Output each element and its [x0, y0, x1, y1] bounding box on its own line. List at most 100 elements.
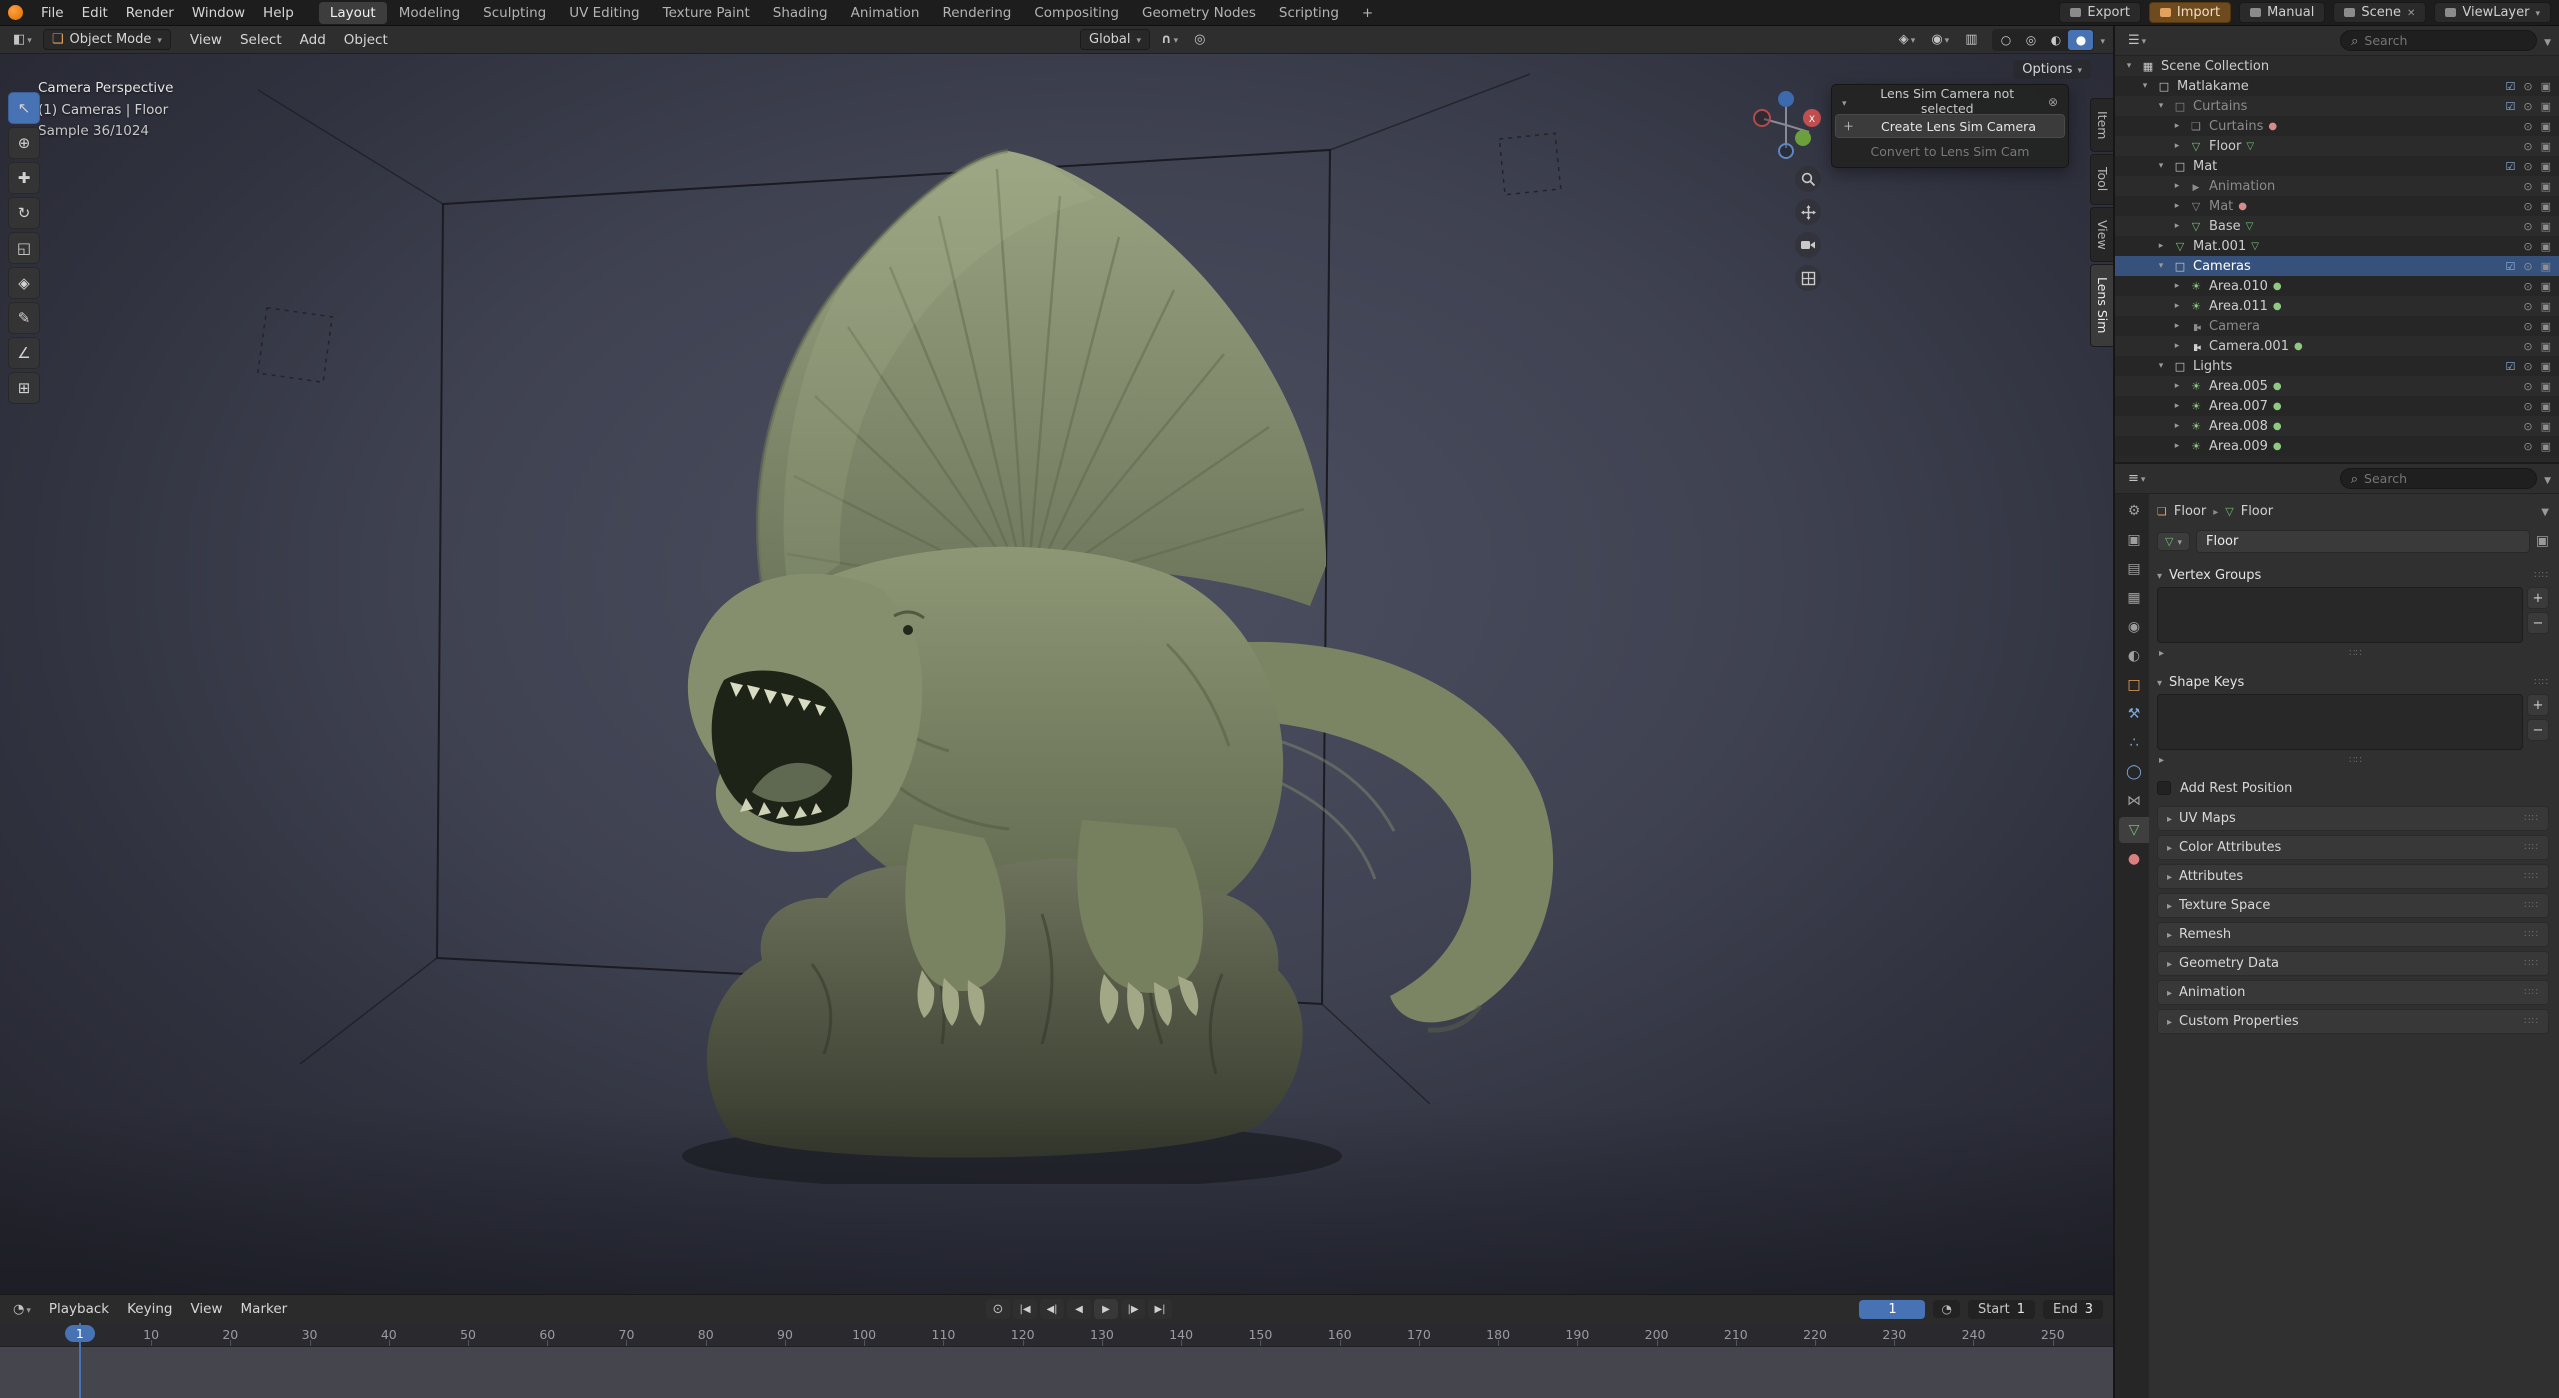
outliner-row[interactable]: ▸ Animation [2115, 176, 2559, 196]
physics-tab[interactable] [2119, 759, 2149, 785]
preview-range-toggle[interactable] [1933, 1300, 1959, 1318]
output-tab[interactable] [2119, 556, 2149, 582]
datablock-name-field[interactable]: Floor [2196, 530, 2530, 553]
outliner-row[interactable]: ▸ Area.007 [2115, 396, 2559, 416]
collection-checkbox[interactable] [2506, 160, 2516, 173]
outliner-row[interactable]: ▾ Scene Collection [2115, 56, 2559, 76]
hide-in-viewport-toggle[interactable] [2523, 140, 2532, 153]
menu-item[interactable]: Help [254, 3, 303, 23]
hide-in-viewport-toggle[interactable] [2523, 260, 2532, 273]
expand-arrow[interactable]: ▸ [2171, 221, 2183, 231]
properties-panel-collapsed[interactable]: Color Attributes [2157, 835, 2549, 860]
breadcrumb-object-name[interactable]: Floor [2174, 504, 2206, 519]
timeline-ruler[interactable]: 1 10 20 30 40 50 60 70 80 90 [0, 1323, 2113, 1347]
timeline-track-area[interactable]: 1 10 20 30 40 50 60 70 80 90 [0, 1323, 2113, 1398]
outliner-row[interactable]: ▸ Area.009 [2115, 436, 2559, 456]
workspace-tab[interactable]: Scripting [1268, 2, 1350, 24]
collection-checkbox[interactable] [2506, 80, 2516, 93]
disable-in-render-toggle[interactable] [2541, 400, 2551, 413]
menu-item[interactable]: File [32, 3, 73, 23]
constraints-tab[interactable] [2119, 788, 2149, 814]
navigation-gizmo[interactable]: X [1747, 86, 1825, 164]
properties-panel-collapsed[interactable]: Animation [2157, 980, 2549, 1005]
sidebar-tab[interactable]: Lens Sim [2090, 264, 2113, 346]
material-tab[interactable] [2119, 846, 2149, 872]
workspace-tab[interactable]: Texture Paint [652, 2, 761, 24]
breadcrumb-data-name[interactable]: Floor [2241, 504, 2273, 519]
move-tool[interactable] [8, 162, 40, 194]
sidebar-tab[interactable]: Tool [2090, 154, 2113, 204]
panel-drag-grip[interactable] [2534, 570, 2549, 581]
play-button[interactable] [1094, 1299, 1118, 1319]
modifiers-tab[interactable] [2119, 701, 2149, 727]
hide-in-viewport-toggle[interactable] [2523, 300, 2532, 313]
menu-item[interactable]: Edit [73, 3, 117, 23]
outliner-row[interactable]: ▸ Mat.001 [2115, 236, 2559, 256]
hide-in-viewport-toggle[interactable] [2523, 280, 2532, 293]
workspace-tab[interactable]: Geometry Nodes [1131, 2, 1267, 24]
scale-tool[interactable] [8, 232, 40, 264]
properties-editor-type-dropdown[interactable] [2123, 470, 2150, 487]
hide-in-viewport-toggle[interactable] [2523, 220, 2532, 233]
shading-options-chevron-icon[interactable] [2100, 32, 2105, 48]
render-tab[interactable] [2119, 527, 2149, 553]
sidebar-tab[interactable]: Item [2090, 98, 2113, 152]
disable-in-render-toggle[interactable] [2541, 360, 2551, 373]
properties-panel-collapsed[interactable]: Texture Space [2157, 893, 2549, 918]
hide-in-viewport-toggle[interactable] [2523, 340, 2532, 353]
current-frame-field[interactable]: 1 [1859, 1300, 1925, 1319]
subpanel-arrow-icon[interactable] [2159, 648, 2164, 659]
workspace-tab[interactable]: Rendering [931, 2, 1022, 24]
outliner-row[interactable]: ▸ Base [2115, 216, 2559, 236]
properties-panel-collapsed[interactable]: Remesh [2157, 922, 2549, 947]
panel-drag-grip[interactable] [2524, 842, 2539, 853]
outliner-search[interactable] [2340, 30, 2537, 51]
collection-checkbox[interactable] [2506, 360, 2516, 373]
disable-in-render-toggle[interactable] [2541, 300, 2551, 313]
outliner-row[interactable]: ▸ Area.011 [2115, 296, 2559, 316]
panel-drag-grip[interactable] [2534, 677, 2549, 688]
proportional-editing-toggle[interactable] [1189, 31, 1210, 48]
workspace-tab[interactable]: Sculpting [472, 2, 557, 24]
expand-arrow[interactable]: ▸ [2171, 321, 2183, 331]
disable-in-render-toggle[interactable] [2541, 140, 2551, 153]
menu-item[interactable]: Render [117, 3, 183, 23]
timeline-editor-type-dropdown[interactable] [8, 1301, 36, 1318]
disable-in-render-toggle[interactable] [2541, 180, 2551, 193]
show-gizmos-toggle[interactable] [1894, 31, 1921, 48]
expand-arrow[interactable]: ▸ [2171, 121, 2183, 131]
expand-arrow[interactable]: ▸ [2171, 341, 2183, 351]
workspace-tab[interactable]: Animation [840, 2, 931, 24]
outliner-row[interactable]: ▸ Area.008 [2115, 416, 2559, 436]
hide-in-viewport-toggle[interactable] [2523, 360, 2532, 373]
expand-arrow[interactable]: ▸ [2171, 421, 2183, 431]
viewport-menu-item[interactable]: Select [231, 30, 291, 50]
xray-toggle[interactable] [1960, 31, 1982, 48]
workspace-tab[interactable]: Compositing [1023, 2, 1130, 24]
panel-drag-grip[interactable] [2524, 900, 2539, 911]
workspace-tab[interactable]: Modeling [388, 2, 471, 24]
workspace-tab[interactable]: + [1351, 2, 1384, 24]
outliner-row[interactable]: ▾ Matlakame [2115, 76, 2559, 96]
tool-options-dropdown[interactable]: Options [2013, 60, 2091, 79]
zoom-icon[interactable] [1795, 166, 1821, 192]
object-data-tab[interactable] [2119, 817, 2149, 843]
expand-arrow[interactable]: ▸ [2171, 441, 2183, 451]
shading-material-button[interactable] [2043, 30, 2068, 50]
cursor-tool[interactable] [8, 127, 40, 159]
outliner-row[interactable]: ▾ Cameras [2115, 256, 2559, 276]
view-layer-tab[interactable] [2119, 585, 2149, 611]
hide-in-viewport-toggle[interactable] [2523, 380, 2532, 393]
next-keyframe-button[interactable] [1121, 1299, 1145, 1319]
start-frame-field[interactable]: Start 1 [1968, 1300, 2035, 1319]
scene-tab[interactable] [2119, 614, 2149, 640]
camera-view-icon[interactable] [1795, 232, 1821, 258]
disable-in-render-toggle[interactable] [2541, 240, 2551, 253]
editor-type-dropdown[interactable] [8, 31, 37, 48]
properties-panel-collapsed[interactable]: Custom Properties [2157, 1009, 2549, 1034]
particles-tab[interactable] [2119, 730, 2149, 756]
expand-arrow[interactable]: ▸ [2155, 241, 2167, 251]
shading-solid-button[interactable] [2018, 30, 2043, 50]
hide-in-viewport-toggle[interactable] [2523, 400, 2532, 413]
hide-in-viewport-toggle[interactable] [2523, 120, 2532, 133]
